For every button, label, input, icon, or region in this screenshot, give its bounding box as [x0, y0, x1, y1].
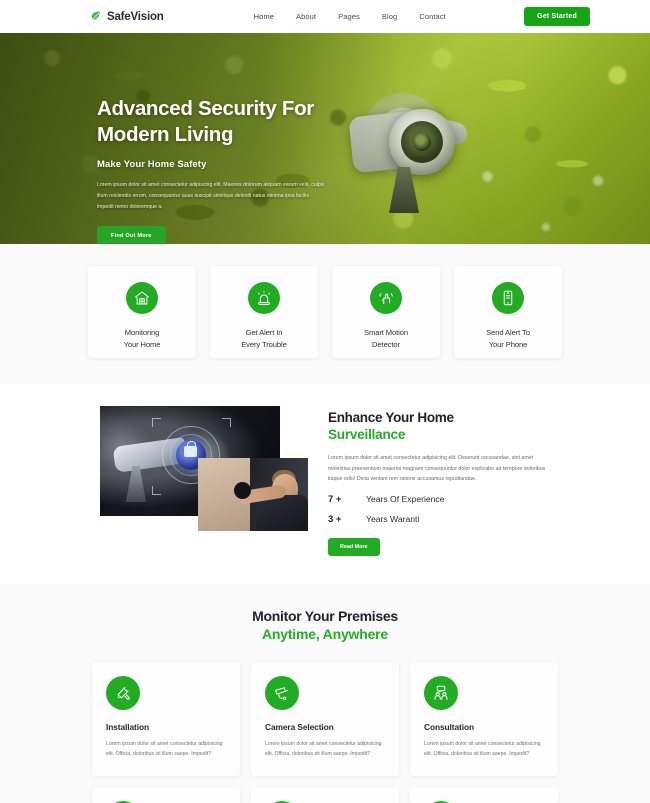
feature-card-get-alert-in-every-trouble[interactable]: Get Alert In Every Trouble	[210, 266, 318, 358]
feature-label-line2: Your Phone	[488, 339, 528, 349]
leaf-shield-logo-icon	[90, 10, 103, 23]
service-card-camera-selection[interactable]: Camera Selection Lorem ipsum dolor sit a…	[251, 661, 399, 777]
service-description: Lorem ipsum dolor sit amet consectetur a…	[424, 740, 541, 758]
service-card-upgrades[interactable]: Upgrades Lorem ipsum dolor sit amet cons…	[251, 787, 399, 803]
stat-years-of-experience: 7 + Years Of Experience	[328, 494, 550, 505]
stat-label: Years Waranti	[366, 513, 420, 524]
enhance-media-group	[100, 406, 308, 531]
feature-label: Send Alert To Your Phone	[486, 327, 530, 351]
services-grid: Installation Lorem ipsum dolor sit amet …	[0, 661, 650, 803]
get-started-button[interactable]: Get Started	[524, 7, 590, 26]
service-card-storage-solutions[interactable]: Storage Solutions Lorem ipsum dolor sit …	[410, 787, 558, 803]
feature-label-line1: Smart Motion	[364, 328, 408, 337]
alarm-bell-icon	[248, 282, 280, 314]
enhance-paragraph: Lorem ipsum dolor sit amet consectetur a…	[328, 455, 546, 483]
enhance-heading-line2: Surveillance	[328, 427, 406, 442]
feature-label-line2: Detector	[372, 339, 400, 349]
features-section: Monitoring Your Home Get Alert In Every …	[0, 244, 650, 384]
feature-label: Smart Motion Detector	[364, 327, 408, 351]
stat-years-waranti: 3 + Years Waranti	[328, 514, 550, 525]
feature-label-line1: Send Alert To	[486, 328, 530, 337]
service-description: Lorem ipsum dolor sit amet consectetur a…	[265, 740, 382, 758]
stat-number: 7 +	[328, 493, 342, 505]
tools-installation-icon	[106, 675, 140, 710]
service-card-remote-monitoring[interactable]: Remote Monitoring Lorem ipsum dolor sit …	[92, 787, 240, 803]
read-more-button[interactable]: Read More	[328, 537, 380, 556]
service-title: Installation	[106, 721, 150, 732]
hero-content: Advanced Security For Modern Living Make…	[97, 96, 347, 244]
landing-page: SafeVision Home About Pages Blog Contact…	[0, 0, 650, 803]
service-card-installation[interactable]: Installation Lorem ipsum dolor sit amet …	[92, 661, 240, 777]
hero-title-line2: Modern Living	[97, 123, 234, 147]
hero-section: Advanced Security For Modern Living Make…	[0, 33, 650, 244]
site-header: SafeVision Home About Pages Blog Contact…	[0, 0, 650, 33]
nav-home[interactable]: Home	[254, 12, 274, 21]
stat-number: 3 +	[328, 513, 342, 525]
home-monitoring-icon	[126, 282, 158, 314]
enhance-text-block: Enhance Your Home Surveillance Lorem ips…	[328, 406, 550, 556]
motion-sensor-icon	[370, 282, 402, 314]
service-description: Lorem ipsum dolor sit amet consectetur a…	[106, 740, 223, 758]
nav-contact[interactable]: Contact	[419, 12, 446, 21]
mobile-phone-alert-icon	[492, 282, 524, 314]
feature-card-send-alert-to-your-phone[interactable]: Send Alert To Your Phone	[454, 266, 562, 358]
hero-subtitle: Make Your Home Safety	[97, 159, 207, 171]
service-title: Camera Selection	[265, 721, 334, 732]
feature-card-smart-motion-detector[interactable]: Smart Motion Detector	[332, 266, 440, 358]
nav-pages[interactable]: Pages	[338, 12, 360, 21]
services-heading-line2: Anytime, Anywhere	[261, 625, 388, 642]
nav-blog[interactable]: Blog	[382, 12, 397, 21]
service-card-consultation[interactable]: Consultation Lorem ipsum dolor sit amet …	[410, 661, 558, 777]
main-nav: Home About Pages Blog Contact	[254, 12, 446, 21]
feature-label-line2: Your Home	[123, 339, 161, 349]
technician-installing-camera-image	[198, 458, 308, 531]
enhance-section: Enhance Your Home Surveillance Lorem ips…	[0, 384, 650, 584]
feature-label-line1: Get Alert In	[245, 328, 283, 337]
brand-name: SafeVision	[107, 10, 164, 23]
cctv-camera-icon	[265, 675, 299, 710]
enhance-heading-line1: Enhance Your Home	[328, 410, 454, 425]
services-section: Monitor Your Premises Anytime, Anywhere …	[0, 583, 650, 803]
find-out-more-button[interactable]: Find Out More	[97, 226, 166, 244]
feature-label-line2: Every Trouble	[241, 339, 287, 349]
hero-title: Advanced Security For Modern Living	[97, 96, 347, 148]
services-heading-line1: Monitor Your Premises	[252, 607, 398, 624]
feature-card-monitoring-your-home[interactable]: Monitoring Your Home	[88, 266, 196, 358]
nav-about[interactable]: About	[296, 12, 316, 21]
service-title: Consultation	[424, 721, 474, 732]
consultation-people-icon	[424, 675, 458, 710]
hero-paragraph: Lorem ipsum dolor sit amet consectetur a…	[97, 182, 324, 210]
feature-label-line1: Monitoring	[124, 328, 160, 337]
feature-label: Get Alert In Every Trouble	[241, 327, 287, 351]
hero-title-line1: Advanced Security For	[97, 97, 314, 120]
brand-logo[interactable]: SafeVision	[90, 10, 164, 23]
feature-label: Monitoring Your Home	[124, 327, 161, 351]
stat-label: Years Of Experience	[366, 493, 445, 504]
